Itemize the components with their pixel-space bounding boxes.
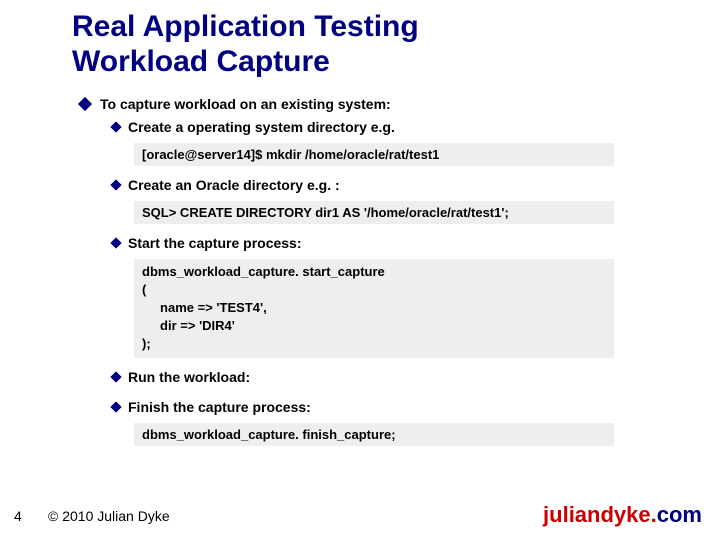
slide-title: Real Application Testing Workload Captur… — [72, 10, 419, 79]
code-block-3: dbms_workload_capture. start_capture ( n… — [134, 259, 614, 358]
bullet-main-text: To capture workload on an existing syste… — [100, 95, 391, 114]
bullet-sub-1: Create a operating system directory e.g. — [112, 118, 670, 137]
copyright-text: © 2010 Julian Dyke — [48, 508, 170, 524]
code-block-5: dbms_workload_capture. finish_capture; — [134, 423, 614, 446]
bullet-sub-4-text: Run the workload: — [128, 368, 250, 387]
site-url: juliandyke.com — [543, 502, 702, 528]
bullet-sub-1-text: Create a operating system directory e.g. — [128, 118, 395, 137]
code-block-2: SQL> CREATE DIRECTORY dir1 AS '/home/ora… — [134, 201, 614, 224]
site-part-2: com — [657, 502, 702, 527]
diamond-bullet-icon — [110, 371, 121, 382]
page-number: 4 — [14, 508, 22, 524]
bullet-sub-5: Finish the capture process: — [112, 398, 670, 417]
title-line-1: Real Application Testing — [72, 10, 419, 43]
bullet-sub-5-text: Finish the capture process: — [128, 398, 311, 417]
diamond-bullet-icon — [110, 237, 121, 248]
bullet-sub-2: Create an Oracle directory e.g. : — [112, 176, 670, 195]
diamond-bullet-icon — [110, 402, 121, 413]
diamond-bullet-icon — [78, 97, 92, 111]
spacer — [80, 390, 670, 398]
bullet-sub-4: Run the workload: — [112, 368, 670, 387]
bullet-sub-3: Start the capture process: — [112, 234, 670, 253]
diamond-bullet-icon — [110, 179, 121, 190]
slide-content: To capture workload on an existing syste… — [80, 95, 670, 456]
title-line-2: Workload Capture — [72, 45, 330, 78]
bullet-main: To capture workload on an existing syste… — [80, 95, 670, 114]
bullet-sub-3-text: Start the capture process: — [128, 234, 302, 253]
slide: Real Application Testing Workload Captur… — [0, 0, 720, 540]
code-block-1: [oracle@server14]$ mkdir /home/oracle/ra… — [134, 143, 614, 166]
diamond-bullet-icon — [110, 121, 121, 132]
bullet-sub-2-text: Create an Oracle directory e.g. : — [128, 176, 340, 195]
site-part-1: juliandyke. — [543, 502, 657, 527]
